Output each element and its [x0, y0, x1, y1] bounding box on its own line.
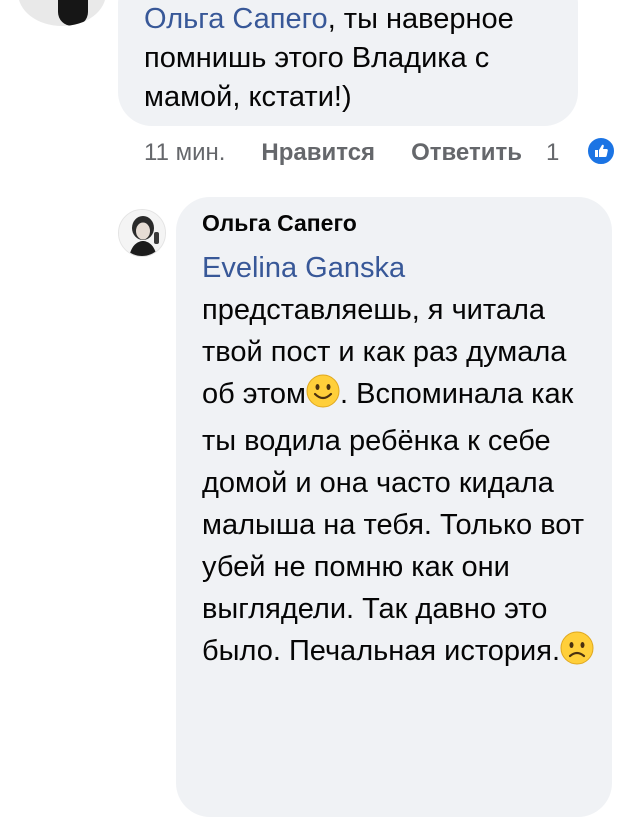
- mention-link[interactable]: Ольга Сапего: [144, 3, 328, 35]
- reply-author[interactable]: Ольга Сапего: [202, 210, 357, 237]
- reply-avatar[interactable]: [118, 209, 166, 257]
- sad-emoji-icon: [560, 631, 594, 677]
- comment-timestamp[interactable]: 11 мин.: [144, 139, 225, 167]
- reaction-count[interactable]: 1: [546, 139, 559, 167]
- commenter-avatar[interactable]: [18, 0, 106, 26]
- reply-body-part2: . Вспоминала как ты водила ребёнка к себ…: [202, 378, 585, 667]
- reply-button[interactable]: Ответить: [411, 139, 522, 167]
- comment-text: Ольга Сапего, ты наверное помнишь этого …: [144, 0, 564, 117]
- thumbs-up-icon[interactable]: [586, 136, 616, 166]
- smile-emoji-icon: [306, 374, 340, 420]
- reply-text: Evelina Ganska представляешь, я читала т…: [202, 247, 602, 677]
- mention-link[interactable]: Evelina Ganska: [202, 252, 405, 284]
- comment-actions: 11 мин. Нравится Ответить 1: [144, 136, 559, 170]
- like-button[interactable]: Нравится: [261, 139, 375, 167]
